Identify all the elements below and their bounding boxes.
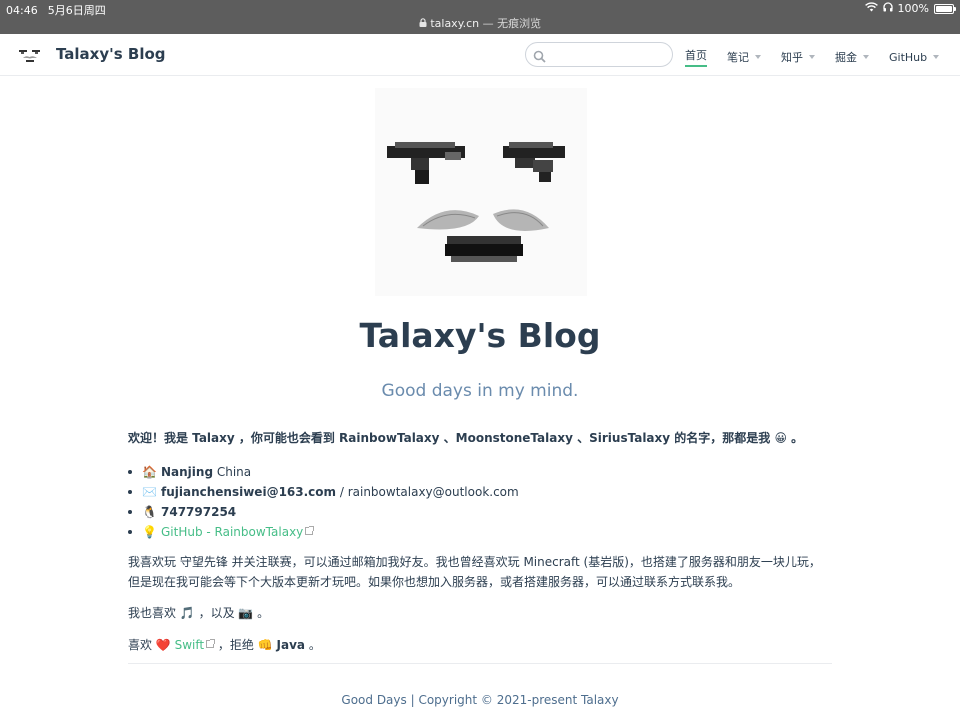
email-primary: fujianchensiwei@163.com (161, 485, 337, 499)
games-paragraph: 我喜欢玩 守望先锋 并关注联赛，可以通过邮箱加我好友。我也曾经喜欢玩 Minec… (128, 555, 821, 589)
battery-fill (936, 5, 952, 12)
swift-link[interactable]: Swift (175, 638, 204, 652)
chevron-down-icon (933, 55, 940, 59)
heart-icon: ❤️ (155, 638, 171, 652)
location-country: China (213, 465, 252, 479)
nav-item-label: 知乎 (781, 51, 803, 64)
nav-item-zhihu[interactable]: 知乎 (781, 47, 815, 67)
nav-links: 首页 笔记 知乎 掘金 GitHub (685, 47, 959, 67)
wifi-icon (864, 2, 878, 15)
lock-icon (419, 17, 431, 30)
battery-percent: 100% (897, 2, 929, 15)
logo-icon[interactable] (18, 46, 42, 64)
nav-item-label: GitHub (889, 50, 928, 64)
status-right: 100% (864, 2, 956, 15)
search-box[interactable] (525, 42, 673, 67)
battery-icon (934, 3, 956, 14)
penguin-icon: 🐧 (142, 505, 157, 519)
nav-item-notes[interactable]: 笔记 (727, 47, 761, 67)
nav-item-home[interactable]: 首页 (685, 47, 707, 67)
external-link-icon (305, 526, 315, 535)
qq-number: 747797254 (161, 505, 237, 519)
search-input[interactable] (552, 46, 667, 64)
external-link-icon (206, 639, 216, 648)
list-item-qq: 🐧 747797254 (128, 502, 832, 522)
hero-description: Good days in my mind. (381, 381, 579, 401)
envelope-icon: ✉️ (142, 485, 157, 499)
list-item-location: 🏠 Nanjing China (128, 462, 832, 482)
swift-prefix: 喜欢 (128, 638, 156, 652)
swift-paragraph: 喜欢 ❤️ Swift ，拒绝 👊 Java 。 (128, 635, 832, 655)
list-item-email: ✉️ fujianchensiwei@163.com / rainbowtalax… (128, 482, 832, 502)
footer-divider (128, 663, 832, 664)
site-name[interactable]: Talaxy's Blog (56, 45, 166, 63)
headphones-icon (882, 2, 893, 15)
chevron-down-icon (863, 55, 869, 59)
swift-suffix: 。 (305, 638, 321, 652)
lightbulb-icon: 💡 (142, 525, 157, 539)
nav-item-label: 首页 (685, 49, 707, 62)
chevron-down-icon (809, 55, 815, 59)
fist-icon: 👊 (257, 638, 273, 652)
hero-avatar-image (375, 88, 587, 296)
home-content: 欢迎！我是 Talaxy ，你可能也会看到 RainbowTalaxy 、Moo… (128, 428, 832, 666)
list-item-github: 💡 GitHub - RainbowTalaxy (128, 522, 832, 542)
url-domain: talaxy.cn (430, 17, 480, 30)
ios-status-bar: 04:46 5月6日周四 100% talaxy.cn — 无痕浏览 (0, 0, 960, 34)
navbar: Talaxy's Blog 首页 笔记 知乎 掘金 GitHub (0, 34, 960, 76)
house-icon: 🏠 (142, 465, 157, 479)
search-icon (533, 48, 546, 63)
info-list: 🏠 Nanjing China ✉️ fujianchensiwei@163.com… (128, 462, 832, 542)
chevron-down-icon (755, 55, 761, 59)
nav-item-label: 掘金 (835, 51, 857, 64)
welcome-paragraph: 欢迎！我是 Talaxy ，你可能也会看到 RainbowTalaxy 、Moo… (128, 431, 804, 445)
url-bar[interactable]: talaxy.cn — 无痕浏览 (0, 15, 960, 31)
private-mode-label: — 无痕浏览 (479, 17, 542, 30)
nav-item-juejin[interactable]: 掘金 (835, 47, 869, 67)
email-secondary: / rainbowtalaxy@outlook.com (336, 485, 519, 499)
nav-item-github[interactable]: GitHub (889, 47, 940, 67)
swift-middle: ，拒绝 (214, 638, 258, 652)
location-city: Nanjing (161, 465, 214, 479)
hero-title: Talaxy's Blog (359, 316, 601, 355)
nav-item-label: 笔记 (727, 51, 749, 64)
footer: Good Days | Copyright © 2021-present Tal… (341, 693, 619, 707)
github-link[interactable]: GitHub - RainbowTalaxy (161, 525, 303, 539)
java-text: Java (276, 638, 305, 652)
likes-paragraph: 我也喜欢 🎵 ，以及 📷 。 (128, 606, 270, 620)
